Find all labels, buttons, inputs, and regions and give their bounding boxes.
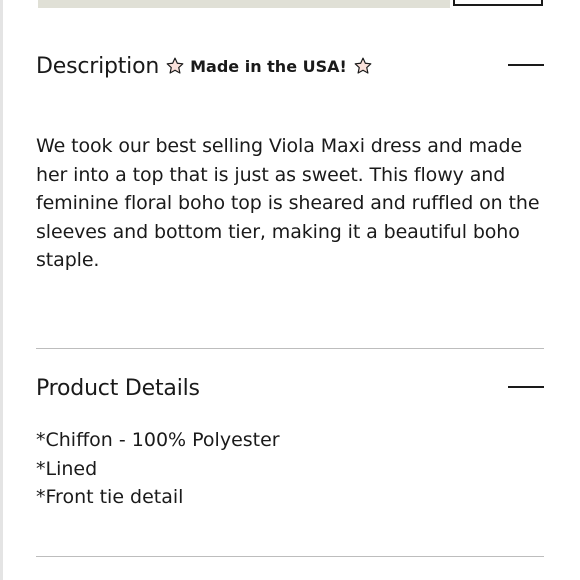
page-left-edge	[0, 0, 3, 580]
star-outline-icon	[165, 56, 185, 76]
product-details-title: Product Details	[36, 375, 200, 401]
description-header[interactable]: Description Made in the USA!	[36, 50, 544, 82]
section-divider	[36, 348, 544, 349]
star-outline-icon	[353, 56, 373, 76]
top-input-field-edge[interactable]	[38, 0, 450, 8]
made-in-usa-badge: Made in the USA!	[190, 56, 347, 76]
product-details-collapse-toggle[interactable]	[508, 386, 544, 388]
section-divider	[36, 556, 544, 557]
product-details-list: *Chiffon - 100% Polyester *Lined *Front …	[36, 426, 544, 512]
description-title: Description	[36, 53, 160, 79]
top-button-edge[interactable]	[453, 0, 543, 6]
list-item: *Lined	[36, 457, 98, 480]
product-details-header[interactable]: Product Details	[36, 372, 544, 404]
description-collapse-toggle[interactable]	[508, 64, 544, 66]
list-item: *Chiffon - 100% Polyester	[36, 429, 280, 451]
list-item: *Front tie detail	[36, 486, 184, 508]
description-body: We took our best selling Viola Maxi dres…	[36, 135, 540, 271]
